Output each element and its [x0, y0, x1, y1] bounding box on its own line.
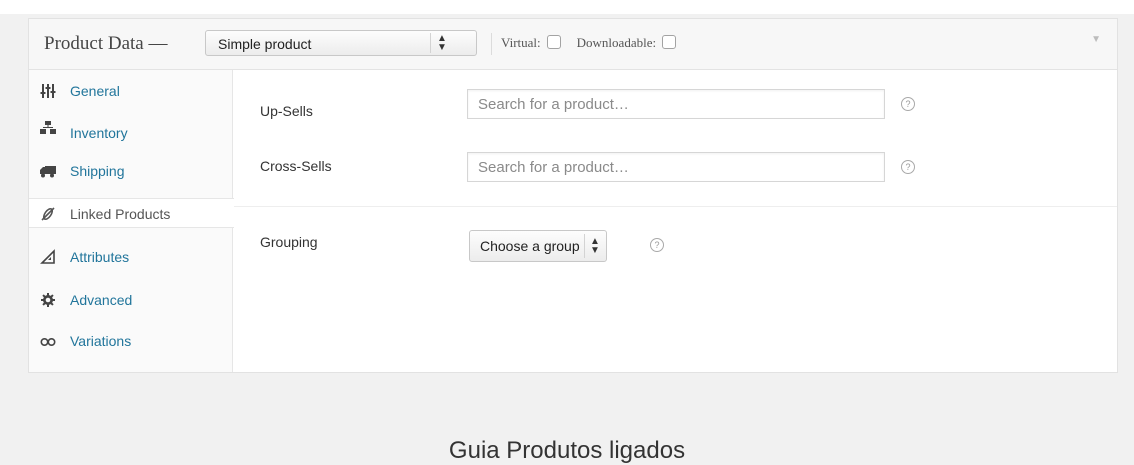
gear-icon: [41, 293, 55, 307]
tab-advanced[interactable]: Advanced: [29, 285, 233, 315]
infinity-icon: [40, 338, 56, 347]
panel-title: Product Data —: [44, 33, 168, 54]
tab-label: Shipping: [70, 163, 125, 179]
grouping-select[interactable]: Choose a group ▲ ▼: [469, 230, 607, 262]
inventory-icon: [40, 121, 56, 134]
tab-shipping[interactable]: Shipping: [29, 156, 233, 186]
upsells-label: Up-Sells: [260, 103, 313, 119]
select-divider: [430, 33, 431, 53]
tab-label: Variations: [70, 333, 132, 349]
tab-label: Advanced: [70, 292, 133, 308]
tab-label: Linked Products: [70, 206, 171, 222]
select-divider: [584, 234, 585, 258]
product-data-panel: Product Data — Simple product ▲ ▼ Virtual…: [28, 18, 1118, 373]
header-separator: [491, 33, 492, 55]
collapse-arrow-icon[interactable]: ▼: [1091, 34, 1101, 45]
crosssells-input[interactable]: Search for a product…: [467, 152, 885, 182]
upsells-input[interactable]: Search for a product…: [467, 89, 885, 119]
sliders-icon: [40, 84, 56, 98]
product-data-tabs: General Inventory Shipping Linked Produc…: [29, 70, 234, 372]
tab-label: Attributes: [70, 249, 130, 265]
product-options: Virtual: Downloadable:: [501, 35, 692, 51]
tab-label: Inventory: [70, 125, 128, 141]
product-type-select[interactable]: Simple product ▲ ▼: [205, 30, 477, 56]
help-icon[interactable]: ?: [901, 160, 915, 174]
grouping-label: Grouping: [260, 234, 318, 250]
tab-variations[interactable]: Variations: [29, 326, 233, 356]
select-arrows-icon: ▲ ▼: [590, 236, 600, 256]
crosssells-label: Cross-Sells: [260, 158, 332, 174]
virtual-checkbox[interactable]: [546, 35, 561, 49]
downloadable-label: Downloadable:: [576, 35, 657, 50]
top-margin: [0, 0, 1134, 14]
tab-label: General: [70, 83, 120, 99]
tab-linked-products[interactable]: Linked Products: [29, 198, 234, 228]
tab-attributes[interactable]: Attributes: [29, 242, 233, 272]
virtual-label: Virtual:: [501, 35, 541, 50]
truck-icon: [40, 166, 56, 178]
product-type-value: Simple product: [218, 36, 312, 52]
upsells-placeholder: Search for a product…: [478, 96, 629, 113]
help-icon[interactable]: ?: [650, 238, 664, 252]
tab-general[interactable]: General: [29, 76, 233, 106]
downloadable-checkbox[interactable]: [662, 35, 677, 49]
link-icon: [41, 207, 55, 221]
grouping-value: Choose a group: [480, 238, 580, 254]
select-arrows-icon: ▲ ▼: [437, 33, 447, 53]
tab-inventory[interactable]: Inventory: [29, 113, 233, 143]
crosssells-placeholder: Search for a product…: [478, 159, 629, 176]
panel-header: Product Data — Simple product ▲ ▼ Virtual…: [29, 19, 1117, 70]
triangle-ruler-icon: [40, 249, 55, 264]
help-icon[interactable]: ?: [901, 97, 915, 111]
